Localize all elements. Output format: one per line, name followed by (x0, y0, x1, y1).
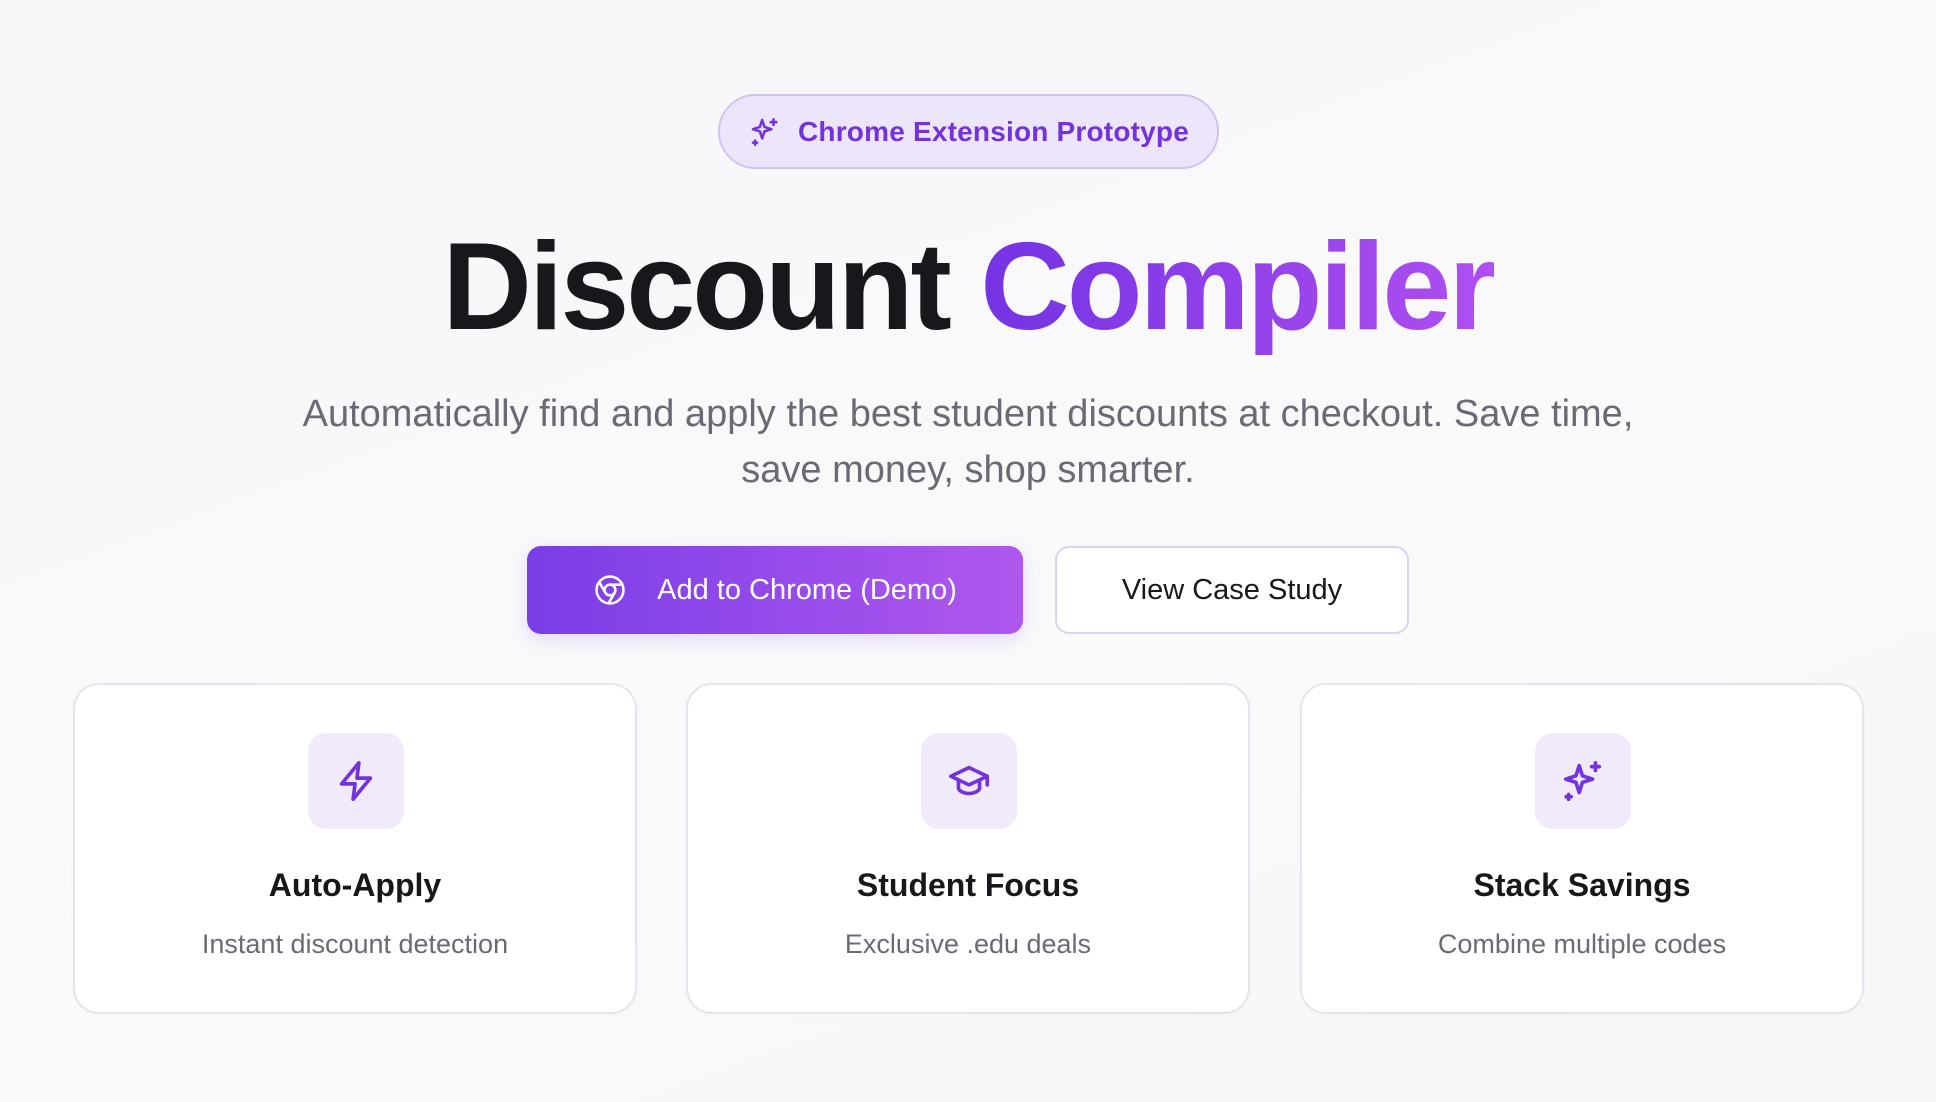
title-part-primary: Discount (442, 218, 951, 356)
badge-label: Chrome Extension Prototype (797, 115, 1190, 147)
feature-icon-tile (1535, 733, 1631, 829)
feature-description: Exclusive .edu deals (844, 929, 1092, 959)
feature-card-student-focus: Student Focus Exclusive .edu deals (686, 683, 1250, 1014)
sparkles-icon (1563, 760, 1602, 802)
graduation-cap-icon (948, 765, 990, 796)
feature-title: Auto-Apply (268, 867, 442, 903)
title-part-accent: Compiler (980, 218, 1496, 356)
add-to-chrome-label: Add to Chrome (Demo) (657, 573, 957, 606)
view-case-study-label: View Case Study (1121, 573, 1343, 606)
feature-card-auto-apply: Auto-Apply Instant discount detection (73, 683, 637, 1014)
feature-title: Stack Savings (1473, 867, 1691, 903)
chrome-icon (593, 573, 627, 607)
feature-description: Instant discount detection (201, 929, 509, 959)
feature-title: Student Focus (856, 867, 1080, 903)
add-to-chrome-button[interactable]: Add to Chrome (Demo) (527, 546, 1023, 634)
feature-icon-tile (308, 733, 404, 829)
sparkles-icon (748, 115, 782, 149)
feature-icon-tile (921, 733, 1017, 829)
page-title: Discount Compiler (0, 212, 1936, 362)
feature-description: Combine multiple codes (1437, 929, 1727, 959)
view-case-study-button[interactable]: View Case Study (1055, 546, 1409, 634)
hero-subtitle: Automatically find and apply the best st… (302, 393, 1634, 491)
feature-card-stack-savings: Stack Savings Combine multiple codes (1300, 683, 1864, 1014)
lightning-icon (339, 760, 373, 802)
prototype-badge: Chrome Extension Prototype (718, 94, 1219, 169)
